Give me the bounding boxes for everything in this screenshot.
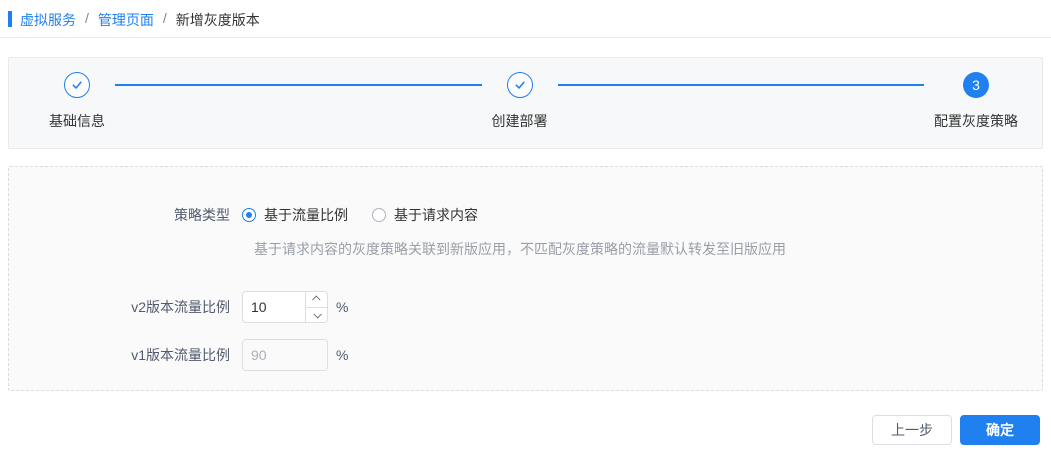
v2-ratio-input[interactable] [243,292,305,322]
accent-bar [8,11,12,27]
breadcrumb-current: 新增灰度版本 [175,12,260,28]
radio-traffic-ratio[interactable]: 基于流量比例 [242,205,348,225]
v1-ratio-row: v1版本流量比例 % [9,339,1042,371]
v1-ratio-input-box [242,339,328,371]
v2-ratio-row: v2版本流量比例 % [9,291,1042,323]
step-number: 3 [972,77,980,93]
check-icon [515,81,525,89]
policy-help-row: 基于请求内容的灰度策略关联到新版应用，不匹配灰度策略的流量默认转发至旧版应用 [9,239,1042,259]
v2-ratio-label: v2版本流量比例 [131,299,230,315]
step-connector [557,84,924,86]
number-spinner [305,292,327,322]
step-create-deploy: 创建部署 [492,72,548,131]
policy-type-row: 策略类型 基于流量比例 基于请求内容 [9,205,1042,225]
radio-request-content-label: 基于请求内容 [394,207,478,223]
gray-policy-form: 策略类型 基于流量比例 基于请求内容 基于请求内容的灰度策略关联到新版应用，不匹… [8,166,1043,391]
decrement-button[interactable] [306,307,327,322]
chevron-up-icon [311,295,321,305]
policy-type-radio-group: 基于流量比例 基于请求内容 [242,205,502,225]
radio-request-content[interactable]: 基于请求内容 [372,205,478,225]
breadcrumb-separator: / [162,10,167,26]
v1-ratio-label: v1版本流量比例 [131,347,230,363]
footer-actions: 上一步 确定 [0,415,1051,445]
increment-button[interactable] [306,292,327,308]
step-label-configure-policy: 配置灰度策略 [934,113,1018,129]
radio-icon [372,208,386,222]
breadcrumb-link-manage-page[interactable]: 管理页面 [98,10,154,30]
v1-ratio-input [243,340,327,370]
chevron-down-icon [312,309,322,319]
step-finished-circle [506,72,533,98]
policy-type-label: 策略类型 [174,207,230,223]
step-configure-policy: 3 配置灰度策略 [934,72,1018,131]
radio-icon [242,208,256,222]
v2-ratio-unit: % [336,299,349,315]
policy-help-text: 基于请求内容的灰度策略关联到新版应用，不匹配灰度策略的流量默认转发至旧版应用 [254,241,786,257]
step-basic-info: 基础信息 [49,72,105,131]
breadcrumb-link-virtual-service[interactable]: 虚拟服务 [20,10,76,30]
v2-ratio-input-box [242,291,328,323]
step-label-create-deploy: 创建部署 [491,113,548,129]
confirm-button[interactable]: 确定 [960,415,1040,445]
step-finished-circle [64,72,90,98]
step-connector [115,84,482,86]
v1-ratio-unit: % [336,347,349,363]
radio-traffic-ratio-label: 基于流量比例 [264,207,348,223]
check-icon [72,81,82,89]
step-active-circle: 3 [963,72,989,98]
breadcrumb: 虚拟服务 / 管理页面 / 新增灰度版本 [0,0,1051,38]
stepper-panel: 基础信息 创建部署 3 配置灰度策略 [8,57,1043,149]
previous-step-button[interactable]: 上一步 [872,415,952,445]
steps: 基础信息 创建部署 3 配置灰度策略 [9,58,1042,131]
step-label-basic-info: 基础信息 [49,113,105,129]
breadcrumb-separator: / [85,10,89,26]
